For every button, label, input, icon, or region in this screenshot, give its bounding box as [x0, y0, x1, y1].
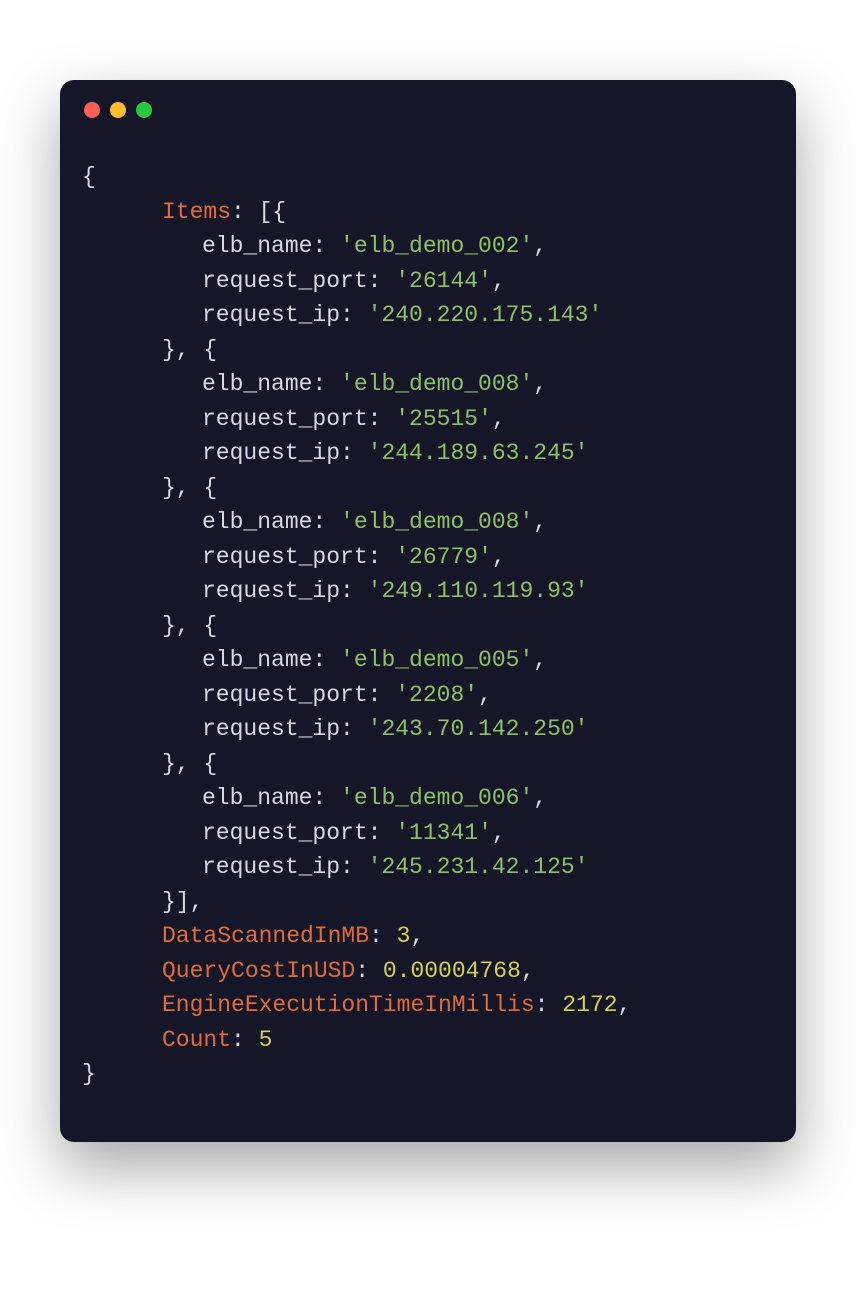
code-line: elb_name: 'elb_demo_002',	[82, 229, 774, 264]
code-line: elb_name: 'elb_demo_008',	[82, 367, 774, 402]
prop-request-ip: request_ip	[202, 302, 340, 328]
val-engine-time: 2172	[562, 992, 617, 1018]
prop-elb-name: elb_name	[202, 233, 312, 259]
brace-open: {	[82, 164, 96, 190]
code-line: request_ip: '245.231.42.125'	[82, 850, 774, 885]
code-line: Items: [{	[82, 195, 774, 230]
window-controls	[60, 80, 796, 130]
key-items: Items	[162, 199, 231, 225]
code-line: }	[82, 1057, 774, 1092]
code-line: DataScannedInMB: 3,	[82, 919, 774, 954]
key-query-cost: QueryCostInUSD	[162, 958, 355, 984]
val-elb-name: 'elb_demo_002'	[340, 233, 533, 259]
code-line: elb_name: 'elb_demo_005',	[82, 643, 774, 678]
minimize-icon[interactable]	[110, 102, 126, 118]
code-line: request_port: '11341',	[82, 816, 774, 851]
code-line: elb_name: 'elb_demo_006',	[82, 781, 774, 816]
code-line: {	[82, 160, 774, 195]
code-line: request_port: '2208',	[82, 678, 774, 713]
code-line: Count: 5	[82, 1023, 774, 1058]
code-line: request_port: '26779',	[82, 540, 774, 575]
code-line: QueryCostInUSD: 0.00004768,	[82, 954, 774, 989]
val-request-ip: '240.220.175.143'	[368, 302, 603, 328]
val-data-scanned: 3	[397, 923, 411, 949]
code-line: request_ip: '243.70.142.250'	[82, 712, 774, 747]
val-count: 5	[259, 1027, 273, 1053]
key-count: Count	[162, 1027, 231, 1053]
code-line: }, {	[82, 333, 774, 368]
code-line: }],	[82, 885, 774, 920]
close-icon[interactable]	[84, 102, 100, 118]
code-line: request_port: '26144',	[82, 264, 774, 299]
code-line: }, {	[82, 471, 774, 506]
code-line: elb_name: 'elb_demo_008',	[82, 505, 774, 540]
val-query-cost: 0.00004768	[383, 958, 521, 984]
code-line: request_ip: '240.220.175.143'	[82, 298, 774, 333]
code-line: request_ip: '244.189.63.245'	[82, 436, 774, 471]
code-line: request_port: '25515',	[82, 402, 774, 437]
prop-request-port: request_port	[202, 268, 368, 294]
code-line: EngineExecutionTimeInMillis: 2172,	[82, 988, 774, 1023]
brace-close: }	[82, 1061, 96, 1087]
val-request-port: '26144'	[395, 268, 492, 294]
code-output: {Items: [{elb_name: 'elb_demo_002',reque…	[60, 130, 796, 1142]
key-data-scanned: DataScannedInMB	[162, 923, 369, 949]
code-line: request_ip: '249.110.119.93'	[82, 574, 774, 609]
key-engine-time: EngineExecutionTimeInMillis	[162, 992, 535, 1018]
code-line: }, {	[82, 609, 774, 644]
terminal-window: {Items: [{elb_name: 'elb_demo_002',reque…	[60, 80, 796, 1142]
maximize-icon[interactable]	[136, 102, 152, 118]
code-line: }, {	[82, 747, 774, 782]
